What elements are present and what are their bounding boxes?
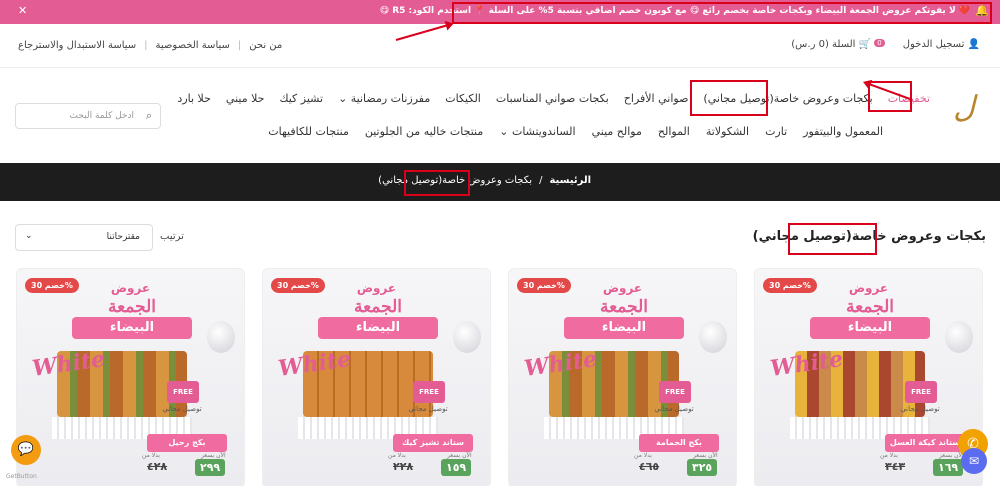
- cart-link[interactable]: 0 🛒 السلة (0 ر.س): [791, 39, 885, 50]
- nav-item-cakes[interactable]: الكيكات: [445, 92, 481, 105]
- breadcrumb-sep: /: [539, 175, 543, 186]
- old-price: ٣٤٣: [885, 460, 906, 473]
- announcement-text: ❤️ لا يفوتكم عروض الجمعة البيضاء وبكجات …: [379, 6, 970, 16]
- link-returns[interactable]: سياسة الاستبدال والاسترجاع: [18, 40, 136, 51]
- new-price-label: الآن بسعر: [939, 452, 964, 459]
- promo-ribbon: البيضاء: [318, 317, 438, 339]
- getbutton-watermark: GetButton: [6, 473, 37, 480]
- nav-item-cold-sweets[interactable]: حلا بارد: [177, 92, 210, 105]
- announcement-bar: ✕ ❤️ لا يفوتكم عروض الجمعة البيضاء وبكجا…: [0, 0, 1000, 24]
- promo-headline: الجمعة: [107, 297, 157, 317]
- product-name: ستاند كيكة العسل: [885, 434, 965, 452]
- nav-item-gluten-free[interactable]: منتجات خاليه من الجلوتين: [365, 125, 483, 138]
- sort-select[interactable]: مقترحاتنا ⌄: [15, 224, 153, 251]
- old-price: ٤٢٨: [147, 460, 168, 473]
- nav-item-cafe-products[interactable]: منتجات للكافيهات: [268, 125, 349, 138]
- nav-item-wedding-trays[interactable]: صواني الأفراح: [624, 92, 689, 105]
- nav-item-mini-savory[interactable]: موالح ميني: [592, 125, 642, 138]
- product-name: بكج الحمامة: [639, 434, 719, 452]
- truck-icon: FREE: [905, 381, 937, 403]
- old-price-label: بدلا من: [142, 452, 160, 459]
- close-icon[interactable]: ✕: [18, 4, 27, 17]
- breadcrumb-home[interactable]: الرئيسية: [549, 175, 591, 186]
- top-bar: 👤 تسجيل الدخول 0 🛒 السلة (0 ر.س) من نحن …: [0, 26, 1000, 68]
- search-icon[interactable]: ⌕: [146, 109, 152, 123]
- promo-headline: الجمعة: [845, 297, 895, 317]
- cart-label: السلة (0 ر.س): [791, 39, 856, 50]
- product-card[interactable]: خصم 30% عروض الجمعة البيضاء White FREE ت…: [262, 268, 491, 486]
- promo-headline: الجمعة: [599, 297, 649, 317]
- balloon-image: [207, 321, 235, 353]
- new-price-label: الآن بسعر: [693, 452, 718, 459]
- product-name: ستاند تشيز كيك: [393, 434, 473, 452]
- bell-icon: 🔔: [975, 4, 989, 17]
- balloon-image: [453, 321, 481, 353]
- promo-brand: عروض: [848, 281, 889, 295]
- free-delivery-label: توصيل مجاني: [408, 405, 448, 413]
- old-price: ٤٦٥: [639, 460, 660, 473]
- nav-item-occasion-trays[interactable]: بكجات صواني المناسبات: [496, 92, 609, 105]
- chevron-down-icon: ⌄: [25, 231, 33, 241]
- page: ✕ ❤️ لا يفوتكم عروض الجمعة البيضاء وبكجا…: [0, 0, 1000, 486]
- chat-button[interactable]: 💬: [11, 435, 41, 465]
- product-card[interactable]: خصم 30% عروض الجمعة البيضاء White FREE ت…: [508, 268, 737, 486]
- search-placeholder: ادخل كلمة البحث: [69, 111, 134, 121]
- promo-ribbon: البيضاء: [564, 317, 684, 339]
- nav-item-packages[interactable]: بكجات وعروض خاصة(توصيل مجاني): [703, 92, 872, 105]
- main-nav-row1: تخفيضات بكجات وعروض خاصة(توصيل مجاني) صو…: [177, 92, 930, 105]
- old-price-label: بدلا من: [880, 452, 898, 459]
- truck-icon: FREE: [659, 381, 691, 403]
- nav-item-maamoul[interactable]: المعمول والبيتفور: [803, 125, 883, 138]
- link-about[interactable]: من نحن: [249, 40, 282, 51]
- free-delivery-label: توصيل مجاني: [654, 405, 694, 413]
- nav-item-sandwiches[interactable]: الساندويتشات ⌄: [499, 125, 575, 138]
- divider: |: [144, 40, 148, 51]
- free-delivery-label: توصيل مجاني: [162, 405, 202, 413]
- messenger-button[interactable]: ✉: [961, 448, 987, 474]
- promo-ribbon: البيضاء: [810, 317, 930, 339]
- link-privacy[interactable]: سياسة الخصوصية: [156, 40, 230, 51]
- truck-icon: FREE: [167, 381, 199, 403]
- old-price: ٢٢٨: [393, 460, 414, 473]
- divider: |: [237, 40, 242, 51]
- truck-icon: FREE: [413, 381, 445, 403]
- new-price: ٢٩٩: [195, 459, 226, 476]
- promo-brand: عروض: [356, 281, 397, 295]
- balloon-image: [945, 321, 973, 353]
- nav-item-tart[interactable]: تارت: [765, 125, 787, 138]
- new-price-label: الآن بسعر: [447, 452, 472, 459]
- cart-count: 0: [874, 39, 885, 47]
- promo-brand: عروض: [602, 281, 643, 295]
- new-price: ١٥٩: [441, 459, 472, 476]
- page-title: بكجات وعروض خاصة(توصيل مجاني): [752, 229, 986, 244]
- nav-item-savory[interactable]: الموالح: [658, 125, 690, 138]
- old-price-label: بدلا من: [634, 452, 652, 459]
- nav-item-cheesecake[interactable]: تشيز كيك: [279, 92, 323, 105]
- new-price-label: الآن بسعر: [201, 452, 226, 459]
- breadcrumb-current: بكجات وعروض خاصة(توصيل مجاني): [378, 175, 533, 186]
- promo-ribbon: البيضاء: [72, 317, 192, 339]
- nav-item-chocolate[interactable]: الشكولاتة: [706, 125, 749, 138]
- login-label: تسجيل الدخول: [902, 39, 965, 50]
- nav-item-ramadan-frozen[interactable]: مفرزنات رمضانية ⌄: [338, 92, 430, 105]
- old-price-label: بدلا من: [388, 452, 406, 459]
- sort-label: ترتيب: [160, 231, 184, 242]
- promo-brand: عروض: [110, 281, 151, 295]
- product-card[interactable]: خصم 30% عروض الجمعة البيضاء White FREE ت…: [16, 268, 245, 486]
- breadcrumb: الرئيسية / بكجات وعروض خاصة(توصيل مجاني): [0, 163, 1000, 201]
- new-price: ١٦٩: [933, 459, 964, 476]
- product-card[interactable]: خصم 30% عروض الجمعة البيضاء White FREE ت…: [754, 268, 983, 486]
- logo[interactable]: ل: [944, 90, 984, 132]
- search-input[interactable]: ادخل كلمة البحث ⌕: [15, 103, 161, 129]
- promo-headline: الجمعة: [353, 297, 403, 317]
- new-price: ٣٢٥: [687, 459, 718, 476]
- login-link[interactable]: 👤 تسجيل الدخول: [903, 39, 980, 50]
- product-name: بكج رحيل: [147, 434, 227, 452]
- free-delivery-label: توصيل مجاني: [900, 405, 940, 413]
- main-nav-row2: المعمول والبيتفور تارت الشكولاتة الموالح…: [268, 125, 883, 138]
- sort-value: مقترحاتنا: [106, 232, 140, 242]
- nav-item-mini-sweets[interactable]: حلا ميني: [226, 92, 265, 105]
- balloon-image: [699, 321, 727, 353]
